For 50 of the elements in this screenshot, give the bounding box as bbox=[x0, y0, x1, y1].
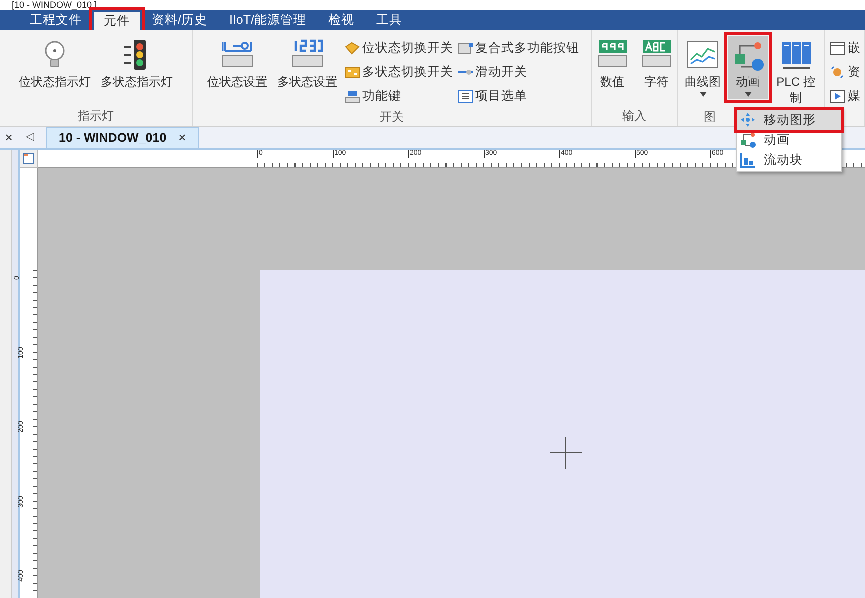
menu-tab[interactable]: 元件 bbox=[94, 12, 140, 30]
ruler-settings-icon[interactable] bbox=[23, 153, 34, 164]
menu-tab[interactable]: 工程文件 bbox=[20, 10, 92, 30]
menu-tab[interactable]: IIoT/能源管理 bbox=[219, 10, 316, 30]
crosshair-icon bbox=[550, 437, 582, 469]
ribbon-small-button[interactable]: 滑动开关 bbox=[458, 62, 580, 83]
ribbon-button[interactable]: 曲线图 bbox=[682, 36, 724, 99]
ribbon-small-button[interactable]: 项目选单 bbox=[458, 86, 580, 107]
menu-tab[interactable]: 检视 bbox=[318, 10, 364, 30]
media-icon bbox=[830, 90, 845, 103]
animation-icon bbox=[740, 132, 756, 148]
ribbon-small-button[interactable]: 媒 bbox=[830, 86, 861, 107]
tab-close-icon[interactable]: × bbox=[178, 128, 186, 148]
ribbon-small-button[interactable]: 功能键 bbox=[344, 86, 454, 107]
function-key-icon bbox=[344, 90, 360, 103]
button-icon bbox=[458, 42, 472, 55]
document-tab[interactable]: 10 - WINDOW_010 × bbox=[46, 127, 200, 148]
window-icon bbox=[830, 42, 845, 55]
list-icon bbox=[458, 90, 472, 103]
ribbon-small-button[interactable]: 嵌 bbox=[830, 38, 861, 59]
dropdown-item[interactable]: 移动图形 bbox=[737, 110, 841, 130]
group-label: 输入 bbox=[622, 108, 646, 125]
tab-title: 10 - WINDOW_010 bbox=[59, 130, 167, 147]
ribbon-button[interactable]: 数值 bbox=[592, 36, 632, 92]
ribbon-small-button[interactable]: 多状态切换开关 bbox=[344, 62, 454, 83]
close-icon[interactable]: × bbox=[0, 128, 18, 148]
caret-icon bbox=[700, 92, 706, 97]
bar-chart-icon bbox=[740, 152, 756, 168]
ribbon-button[interactable]: 位状态设置 bbox=[204, 36, 270, 92]
diamond-icon bbox=[344, 42, 360, 55]
ribbon-button[interactable]: 多状态设置 bbox=[274, 36, 340, 92]
move-arrows-icon bbox=[740, 112, 756, 128]
ribbon-small-button[interactable]: 资 bbox=[830, 62, 861, 83]
group-label: 图 bbox=[704, 109, 716, 126]
scroll-left-button[interactable]: ◁ bbox=[18, 129, 42, 146]
menu-tab[interactable]: 工具 bbox=[366, 10, 412, 30]
exchange-icon bbox=[830, 66, 845, 79]
ribbon-button[interactable]: 位状态指示灯 bbox=[16, 36, 94, 92]
ribbon-button[interactable]: PLC 控制 bbox=[772, 36, 820, 108]
group-label: 开关 bbox=[380, 108, 404, 126]
switch-icon bbox=[344, 66, 360, 79]
ribbon-small-button[interactable]: 复合式多功能按钮 bbox=[458, 38, 580, 59]
ribbon-button[interactable]: 动画 bbox=[728, 36, 768, 99]
menu-tab[interactable]: 资料/历史 bbox=[142, 10, 218, 30]
group-label: 指示灯 bbox=[78, 108, 114, 125]
ribbon-button[interactable]: 字符 bbox=[636, 36, 676, 92]
ribbon-small-button[interactable]: 位状态切换开关 bbox=[344, 38, 454, 59]
caret-icon bbox=[744, 92, 752, 97]
dropdown-item[interactable]: 流动块 bbox=[737, 150, 841, 170]
ribbon-button[interactable]: 多状态指示灯 bbox=[98, 36, 176, 92]
